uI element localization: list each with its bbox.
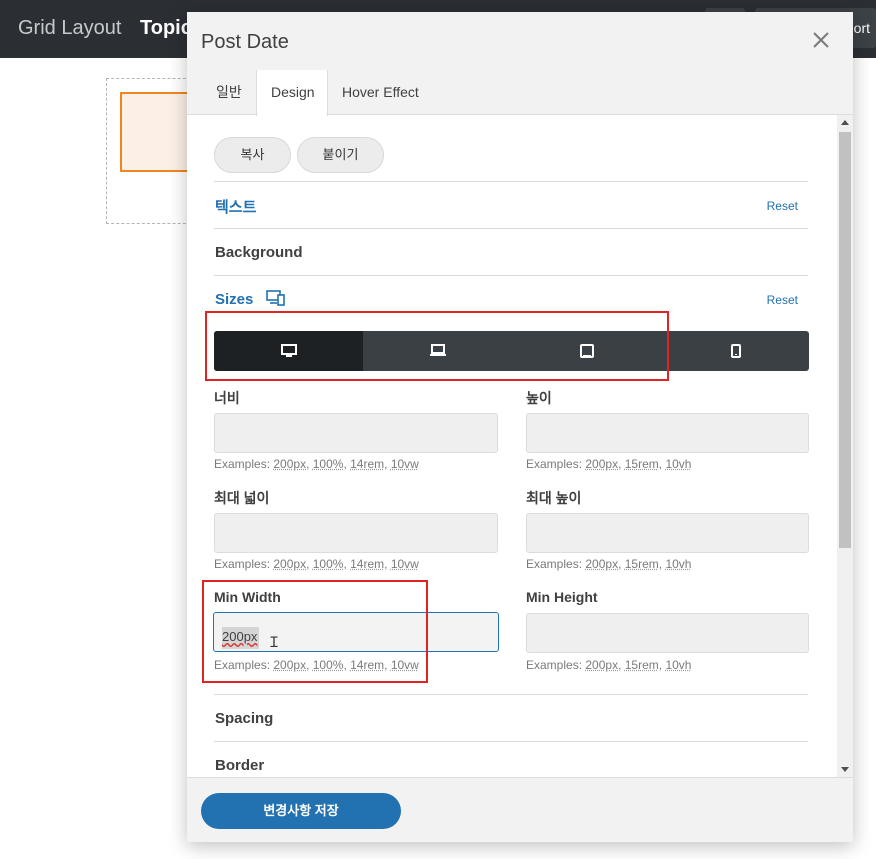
height-label: 높이 <box>526 390 552 406</box>
app-title: Grid Layout <box>18 17 122 39</box>
close-button[interactable] <box>809 28 833 52</box>
tab-design[interactable]: Design <box>256 70 328 116</box>
height-input[interactable] <box>526 413 809 453</box>
mobile-icon <box>730 344 741 358</box>
height-hint: Examples: 200px, 15rem, 10vh <box>526 457 692 471</box>
section-border-title[interactable]: Border <box>215 757 264 774</box>
close-icon <box>813 32 829 48</box>
modal-scrollbar[interactable] <box>837 115 853 777</box>
divider <box>214 694 808 695</box>
save-changes-button[interactable]: 변경사항 저장 <box>201 793 401 829</box>
max-width-hint: Examples: 200px, 100%, 14rem, 10vw <box>214 557 419 571</box>
section-sizes-title[interactable]: Sizes <box>215 291 253 308</box>
width-input[interactable] <box>214 413 498 453</box>
min-height-label: Min Height <box>526 589 598 605</box>
sizes-reset-link[interactable]: Reset <box>767 293 798 307</box>
scroll-down-arrow-icon[interactable] <box>841 767 849 772</box>
settings-modal: Post Date 일반 Design Hover Effect 복사 붙이기 … <box>187 12 853 842</box>
scroll-thumb[interactable] <box>839 132 851 548</box>
device-mobile-button[interactable] <box>661 331 809 371</box>
modal-header: Post Date <box>187 12 853 70</box>
section-spacing-title[interactable]: Spacing <box>215 710 273 727</box>
modal-tabs: 일반 Design Hover Effect <box>187 70 853 116</box>
modal-body: 복사 붙이기 텍스트 Reset Background Sizes Reset <box>187 115 837 777</box>
divider <box>214 181 808 182</box>
max-width-label: 최대 넓이 <box>214 490 270 506</box>
modal-footer: 변경사항 저장 <box>187 777 853 842</box>
max-height-input[interactable] <box>526 513 809 553</box>
annotation-highlight-devices <box>205 311 669 381</box>
max-height-label: 최대 높이 <box>526 490 582 506</box>
max-height-hint: Examples: 200px, 15rem, 10vh <box>526 557 692 571</box>
section-text-title[interactable]: 텍스트 <box>215 196 256 217</box>
tab-hover-effect[interactable]: Hover Effect <box>328 70 433 115</box>
app-subtitle: Topic <box>140 17 192 39</box>
min-height-input[interactable] <box>526 613 809 653</box>
responsive-devices-icon[interactable] <box>266 290 286 311</box>
min-height-hint: Examples: 200px, 15rem, 10vh <box>526 658 692 672</box>
divider <box>214 228 808 229</box>
divider <box>214 275 808 276</box>
modal-title: Post Date <box>201 31 289 53</box>
paste-button[interactable]: 붙이기 <box>297 137 384 173</box>
section-background-title[interactable]: Background <box>215 244 303 261</box>
text-reset-link[interactable]: Reset <box>767 199 798 213</box>
max-width-input[interactable] <box>214 513 498 553</box>
width-label: 너비 <box>214 390 240 406</box>
width-hint: Examples: 200px, 100%, 14rem, 10vw <box>214 457 419 471</box>
tab-general[interactable]: 일반 <box>202 70 256 115</box>
scroll-up-arrow-icon[interactable] <box>841 120 849 125</box>
annotation-highlight-min-width <box>202 580 428 683</box>
copy-button[interactable]: 복사 <box>214 137 291 173</box>
divider <box>214 741 808 742</box>
app-export-label: ort <box>853 20 870 36</box>
